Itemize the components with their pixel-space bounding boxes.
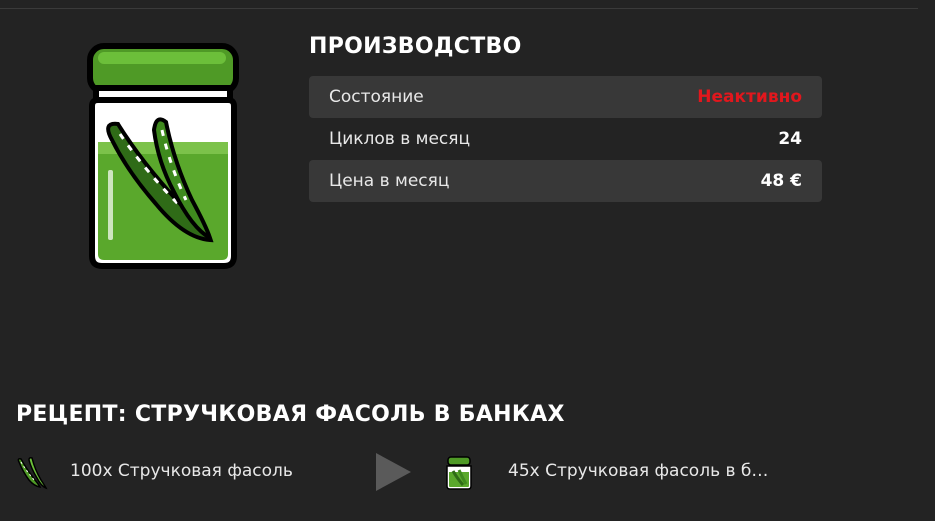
pickled-beans-jar-icon bbox=[87, 43, 239, 269]
bean-jar-icon bbox=[446, 456, 472, 490]
stat-label: Цена в месяц bbox=[329, 171, 450, 191]
price-value: 48 € bbox=[760, 171, 802, 191]
stat-row-cycles: Циклов в месяц 24 bbox=[309, 118, 822, 160]
stat-label: Циклов в месяц bbox=[329, 129, 471, 149]
green-beans-icon bbox=[17, 457, 48, 490]
cycles-value: 24 bbox=[778, 129, 802, 149]
stat-label: Состояние bbox=[329, 87, 424, 107]
play-arrow-icon bbox=[376, 453, 411, 491]
stat-row-price: Цена в месяц 48 € bbox=[309, 160, 822, 202]
production-stats: Состояние Неактивно Циклов в месяц 24 Це… bbox=[309, 76, 822, 202]
status-value: Неактивно bbox=[697, 87, 802, 107]
recipe-title: РЕЦЕПТ: СТРУЧКОВАЯ ФАСОЛЬ В БАНКАХ bbox=[16, 402, 565, 427]
recipe-output-text: 45x Стручковая фасоль в банках bbox=[508, 461, 776, 481]
recipe-input-text: 100x Стручковая фасоль bbox=[70, 461, 293, 481]
stat-row-status: Состояние Неактивно bbox=[309, 76, 822, 118]
top-divider bbox=[0, 8, 918, 9]
production-title: ПРОИЗВОДСТВО bbox=[309, 34, 522, 59]
recipe-row: 100x Стручковая фасоль 45x Стручковая фа… bbox=[0, 448, 935, 494]
